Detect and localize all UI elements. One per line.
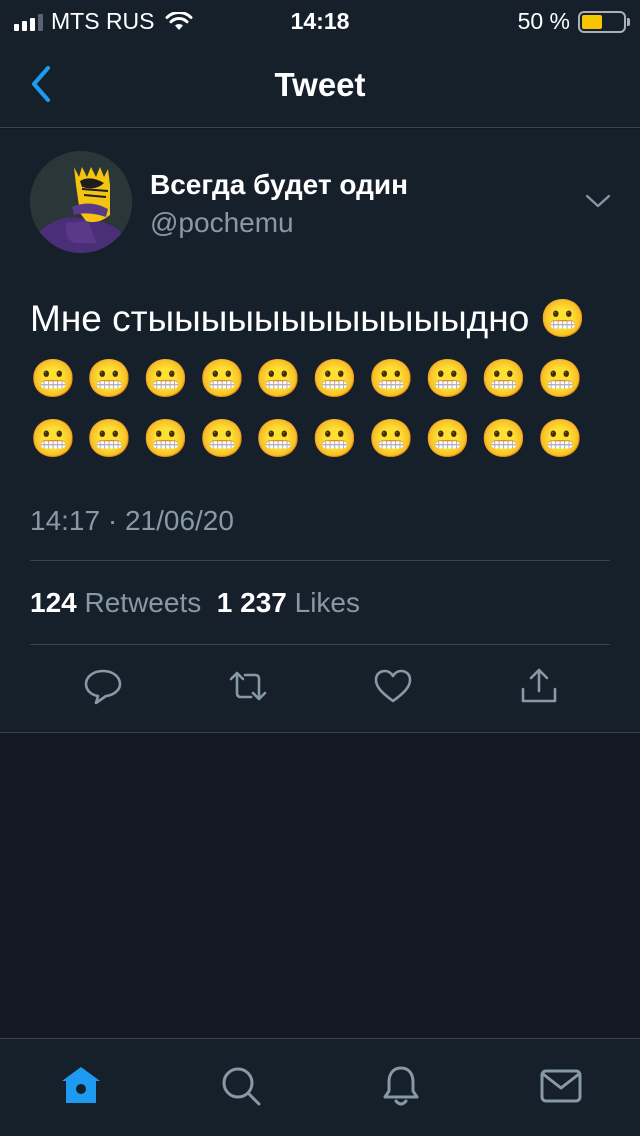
- share-icon[interactable]: [518, 665, 560, 707]
- tweet-detail: Всегда будет один @pochemu Мне стыыыыыыы…: [0, 129, 640, 733]
- home-icon[interactable]: [58, 1063, 104, 1109]
- tweet-stats: 124 Retweets 1 237 Likes: [30, 587, 360, 619]
- notifications-icon[interactable]: [378, 1063, 424, 1109]
- search-icon[interactable]: [218, 1063, 264, 1109]
- battery-icon: [578, 10, 630, 33]
- avatar[interactable]: [30, 151, 132, 253]
- retweets-count[interactable]: 124: [30, 587, 77, 618]
- navigation-bar: Tweet: [0, 40, 640, 128]
- divider: [30, 644, 610, 645]
- author-handle[interactable]: @pochemu: [150, 207, 294, 239]
- author-display-name[interactable]: Всегда будет один: [150, 169, 408, 201]
- tweet-actions: [0, 665, 640, 711]
- tweet-timestamp: 14:17 · 21/06/20: [30, 505, 234, 536]
- likes-label[interactable]: Likes: [295, 587, 360, 618]
- page-title: Tweet: [274, 66, 366, 103]
- chevron-down-icon[interactable]: [584, 191, 612, 211]
- status-bar: MTS RUS 14:18 50 %: [0, 0, 640, 40]
- messages-icon[interactable]: [538, 1063, 584, 1109]
- tab-bar: [0, 1038, 640, 1136]
- status-bar-right: 50 %: [517, 8, 630, 35]
- retweet-icon[interactable]: [227, 665, 269, 707]
- reply-icon[interactable]: [82, 665, 124, 707]
- battery-fill: [582, 14, 602, 29]
- retweets-label[interactable]: Retweets: [85, 587, 202, 618]
- avatar-image: [30, 151, 132, 253]
- battery-percent: 50 %: [517, 8, 570, 34]
- likes-count[interactable]: 1 237: [217, 587, 287, 618]
- tweet-text: Мне стыыыыыыыыыыыыдно 😬 😬 😬 😬 😬 😬 😬 😬 😬 …: [30, 298, 586, 459]
- divider: [30, 560, 610, 561]
- like-icon[interactable]: [372, 665, 414, 707]
